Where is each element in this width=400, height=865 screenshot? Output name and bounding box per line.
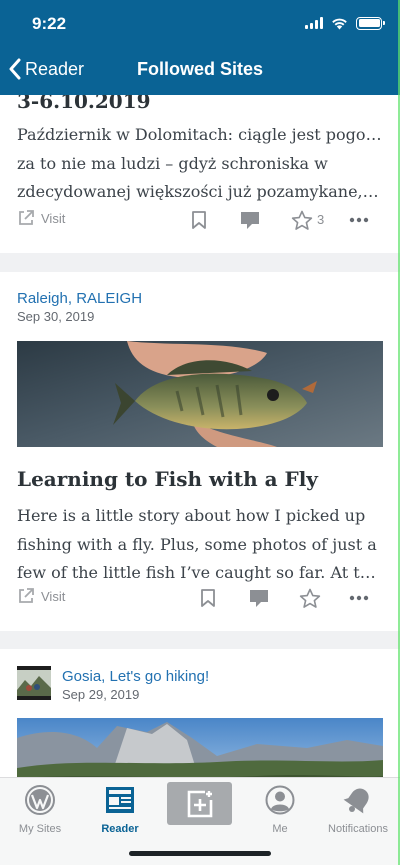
bell-icon [342, 784, 374, 816]
post-title[interactable]: 3-6.10.2019 [17, 95, 151, 113]
excerpt-line: Here is a little story about how I picke… [17, 506, 366, 525]
comment-icon [250, 590, 268, 607]
status-time: 9:22 [32, 14, 67, 33]
cellular-signal-icon [305, 17, 323, 29]
more-button[interactable] [344, 583, 374, 613]
comment-icon [241, 212, 259, 229]
star-icon [299, 588, 321, 608]
post-card[interactable]: 3-6.10.2019 Październik w Dolomitach: ci… [0, 95, 400, 253]
tab-label: Notifications [328, 823, 388, 835]
post-excerpt[interactable]: Październik w Dolomitach: ciągle jest po… [17, 121, 383, 207]
excerpt-line: fishing with a fly. Plus, some photos of… [17, 534, 377, 554]
site-name-link[interactable]: Raleigh, RALEIGH [17, 290, 142, 307]
excerpt-line: Październik w Dolomitach: ciągle jest po… [17, 125, 383, 144]
tab-me[interactable]: Me [240, 784, 320, 838]
visit-label: Visit [41, 210, 66, 226]
post-title[interactable]: Learning to Fish with a Fly [17, 467, 318, 491]
like-button[interactable] [287, 205, 317, 235]
site-avatar[interactable] [17, 666, 51, 700]
site-avatar-image [17, 666, 51, 700]
more-horizontal-icon [349, 595, 369, 601]
featured-image[interactable] [17, 718, 383, 777]
bookmark-button[interactable] [184, 205, 214, 235]
featured-image[interactable] [17, 341, 383, 447]
reader-icon [104, 784, 136, 816]
status-bar: 9:22 [0, 0, 400, 48]
excerpt-line: zdecydowanej większości już pozamykane, … [17, 182, 383, 201]
bookmark-icon [192, 211, 206, 229]
navigation-bar: Reader Followed Sites [0, 48, 400, 94]
tab-label: Me [272, 823, 288, 835]
reader-feed[interactable]: 3-6.10.2019 Październik w Dolomitach: ci… [0, 95, 400, 777]
visit-button[interactable]: Visit [17, 209, 65, 227]
tab-notifications[interactable]: Notifications [318, 784, 398, 838]
status-icons [305, 14, 385, 32]
app-header: 9:22 Reader Followed Sites [0, 0, 400, 95]
user-icon [264, 784, 296, 816]
page-title: Followed Sites [136, 59, 264, 79]
write-post-icon [187, 790, 212, 817]
more-button[interactable] [344, 205, 374, 235]
home-indicator [129, 851, 271, 856]
excerpt-line: za to nie ma ludzi – gdyż schroniska w [17, 153, 328, 173]
like-button[interactable] [295, 583, 325, 613]
wordpress-icon [24, 784, 56, 816]
post-date: Sep 29, 2019 [62, 687, 140, 702]
post-actions: Visit 3 [0, 205, 400, 235]
comment-button[interactable] [244, 583, 274, 613]
visit-label: Visit [41, 588, 66, 604]
bookmark-icon [201, 589, 215, 607]
battery-icon [356, 16, 385, 30]
tab-reader[interactable]: Reader [80, 784, 160, 838]
mountain-photo [17, 718, 383, 777]
site-name-link[interactable]: Gosia, Let's go hiking! [62, 668, 209, 685]
write-post-button[interactable] [167, 782, 232, 825]
star-icon [291, 210, 313, 230]
external-link-icon [19, 588, 34, 603]
like-count: 3 [317, 212, 325, 227]
fish-photo [17, 341, 383, 447]
tab-label: Reader [101, 823, 139, 835]
tab-my-sites[interactable]: My Sites [0, 784, 80, 838]
comment-button[interactable] [235, 205, 265, 235]
wifi-icon [332, 18, 347, 29]
post-card[interactable]: Raleigh, RALEIGH Sep 30, 2019 Learning t… [0, 272, 400, 631]
bookmark-button[interactable] [193, 583, 223, 613]
external-link-icon [19, 210, 34, 225]
post-excerpt[interactable]: Here is a little story about how I picke… [17, 502, 383, 588]
tab-bar: My Sites Reader Me Notifications [0, 777, 400, 865]
post-card[interactable]: Gosia, Let's go hiking! Sep 29, 2019 [0, 649, 400, 777]
more-horizontal-icon [349, 217, 369, 223]
post-date: Sep 30, 2019 [17, 309, 95, 324]
post-actions: Visit [0, 583, 400, 613]
visit-button[interactable]: Visit [17, 587, 65, 605]
tab-label: My Sites [18, 823, 62, 835]
